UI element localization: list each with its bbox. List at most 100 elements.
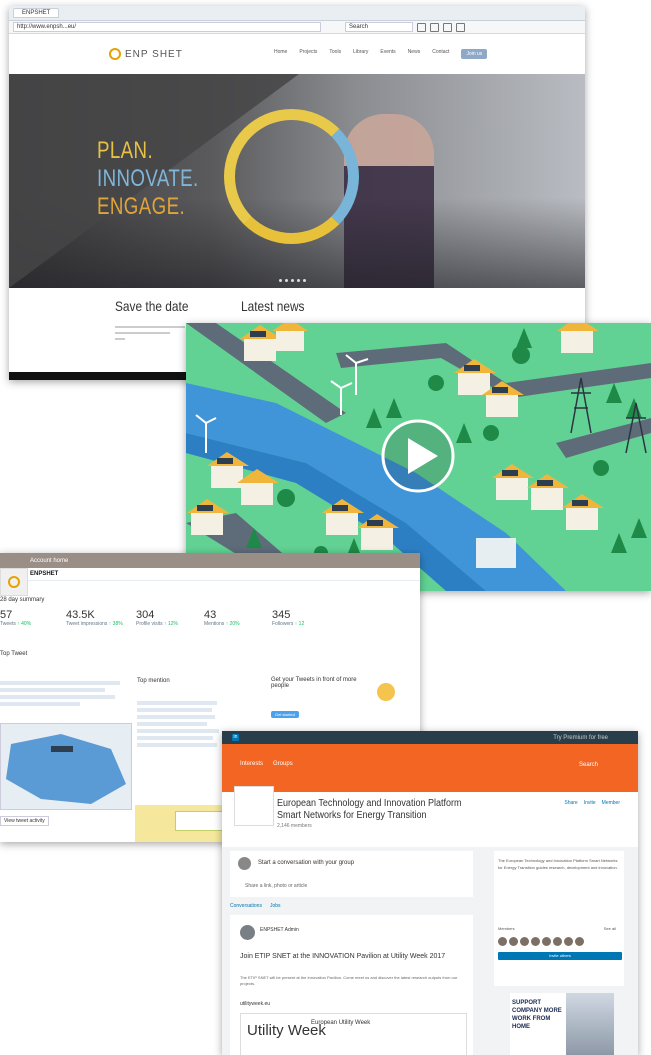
member-count[interactable]: 2,146 members	[277, 823, 312, 829]
ad-text: SUPPORT COMPANY MORE WORK FROM HOME	[512, 1000, 562, 1030]
nav-item[interactable]: Tools	[329, 49, 341, 59]
nav-cta-button[interactable]: Join us	[461, 49, 488, 59]
tab-conversations[interactable]: Conversations	[230, 903, 262, 909]
avatar	[575, 937, 584, 946]
logo-ring-icon	[109, 48, 121, 60]
avatar	[553, 937, 562, 946]
post-author[interactable]: ENPSHET Admin	[260, 927, 299, 933]
link-preview-title: European Utility Week	[311, 1020, 371, 1026]
banner-inner	[175, 811, 225, 831]
avatar	[531, 937, 540, 946]
share-button[interactable]: Share	[564, 800, 577, 806]
taskbar	[9, 372, 189, 380]
twitter-avatar[interactable]	[0, 568, 28, 596]
slogan-innovate: INNOVATE.	[97, 165, 199, 192]
nav-item[interactable]: Home	[274, 49, 287, 59]
browser-tab[interactable]: ENPSHET	[13, 8, 60, 18]
hero-ring-graphic	[224, 109, 359, 244]
post-link[interactable]: utilityweek.eu	[240, 1001, 270, 1007]
ad-photo	[566, 993, 614, 1055]
address-bar: http://www.enpsh...eu/ Search	[9, 21, 585, 34]
invite-others-button[interactable]: Invite others	[498, 952, 622, 960]
feed-tabs: Conversations Jobs	[230, 903, 281, 909]
tab-jobs[interactable]: Jobs	[270, 903, 281, 909]
group-info: European Technology and Innovation Platf…	[222, 786, 638, 847]
group-nav-tabs: Interests Groups	[240, 761, 293, 767]
stat-impressions: 43.5K Tweet impressions ↑ 38%	[66, 609, 123, 627]
top-tweet-text	[0, 678, 125, 709]
link-preview[interactable]: Utility Week European Utility Week	[240, 1013, 467, 1055]
yellow-banner	[135, 805, 225, 842]
download-icon[interactable]	[443, 22, 452, 32]
member-avatars	[498, 937, 584, 946]
search-input[interactable]: Search	[345, 22, 413, 32]
post-body: The ETIP SNET will be present at the Inn…	[240, 975, 458, 986]
text-line	[115, 326, 185, 328]
slogan-engage: ENGAGE.	[97, 193, 186, 220]
tweet-map-image	[0, 723, 132, 810]
group-description: The European Technology and Innovation P…	[498, 858, 618, 870]
group-title: European Technology and Innovation Platf…	[277, 798, 462, 821]
get-started-button[interactable]: Get started	[271, 711, 299, 718]
linkedin-logo-icon[interactable]: in	[232, 734, 239, 741]
group-post: ENPSHET Admin Join ETIP SNET at the INNO…	[230, 915, 473, 1055]
avatar	[520, 937, 529, 946]
premium-link[interactable]: Try Premium for free	[553, 735, 608, 741]
browser-tab-bar: ENPSHET	[9, 6, 585, 21]
twitter-handle[interactable]: ENPSHET	[30, 571, 58, 577]
twitter-stats: 57 Tweets ↑ 40% 43.5K Tweet impressions ↑ …	[0, 601, 420, 637]
avatar	[240, 925, 255, 940]
save-the-date-heading: Save the date	[115, 298, 189, 314]
promote-card: Get your Tweets in front of more people …	[265, 665, 415, 723]
nav-tab-groups[interactable]: Groups	[273, 761, 293, 767]
share-box[interactable]: Start a conversation with your group Sha…	[230, 851, 473, 897]
top-mention-heading: Top mention	[137, 678, 170, 684]
avatar	[498, 937, 507, 946]
avatar	[509, 937, 518, 946]
avatar	[238, 857, 251, 870]
linkedin-top-bar: in Try Premium for free	[222, 731, 638, 744]
nav-item[interactable]: Events	[380, 49, 395, 59]
village-illustration	[186, 323, 651, 591]
group-logo[interactable]	[234, 786, 274, 826]
group-actions: Share Invite Member	[564, 800, 620, 806]
latest-news-heading: Latest news	[241, 298, 305, 314]
group-header-banner: Interests Groups Search	[222, 744, 638, 792]
play-icon[interactable]	[381, 419, 455, 493]
members-heading: Members	[498, 926, 515, 931]
post-headline[interactable]: Join ETIP SNET at the INNOVATION Pavilio…	[240, 952, 465, 962]
url-input[interactable]: http://www.enpsh...eu/	[13, 22, 321, 32]
nav-tab-interests[interactable]: Interests	[240, 761, 263, 767]
nav-item[interactable]: Projects	[299, 49, 317, 59]
member-button[interactable]: Member	[602, 800, 620, 806]
account-home-label[interactable]: Account home	[30, 558, 68, 564]
sidebar-ad[interactable]: SUPPORT COMPANY MORE WORK FROM HOME	[510, 993, 614, 1055]
carousel-dots[interactable]	[279, 279, 306, 282]
hero-banner: PLAN. INNOVATE. ENGAGE.	[9, 74, 585, 288]
see-all-link[interactable]: See all	[604, 926, 616, 931]
star-icon[interactable]	[417, 22, 426, 32]
site-logo[interactable]: ENP SHET	[109, 48, 183, 60]
stat-profile-visits: 304 Profile visits ↑ 12%	[136, 609, 178, 627]
twitter-top-bar: Account home	[0, 553, 420, 568]
invite-button[interactable]: Invite	[584, 800, 596, 806]
share-prompt[interactable]: Start a conversation with your group	[258, 860, 354, 866]
text-line	[115, 338, 125, 340]
home-icon[interactable]	[430, 22, 439, 32]
nav-item[interactable]: Library	[353, 49, 368, 59]
site-nav: Home Projects Tools Library Events News …	[274, 49, 488, 59]
menu-icon[interactable]	[456, 22, 465, 32]
promote-icon	[377, 683, 395, 701]
nav-item[interactable]: News	[408, 49, 421, 59]
group-search[interactable]: Search	[579, 762, 598, 768]
house	[557, 323, 599, 353]
nav-item[interactable]: Contact	[432, 49, 449, 59]
video-illustration[interactable]	[186, 323, 651, 591]
share-sub[interactable]: Share a link, photo or article	[245, 883, 307, 889]
text-line	[115, 332, 170, 334]
stat-followers: 345 Followers ↑ 12	[272, 609, 305, 627]
top-tweet-heading: Top Tweet	[0, 651, 28, 657]
linkedin-group-screenshot: in Try Premium for free Interests Groups…	[222, 731, 638, 1055]
slogan-plan: PLAN.	[97, 137, 154, 164]
view-activity-button[interactable]: View tweet activity	[0, 816, 49, 826]
